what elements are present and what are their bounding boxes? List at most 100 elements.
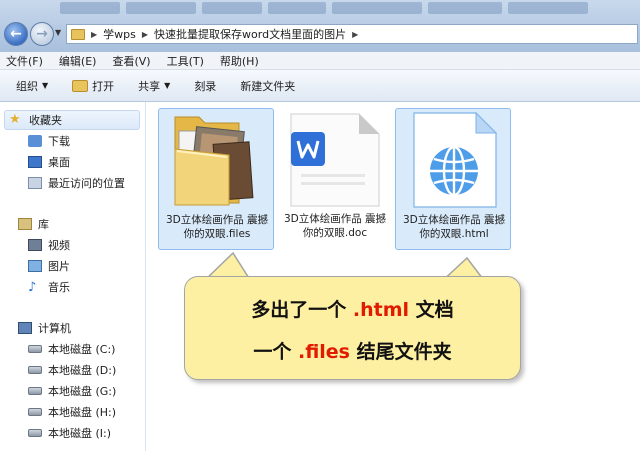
- hard-disk-icon: [28, 429, 42, 437]
- menu-file[interactable]: 文件(F): [6, 53, 43, 69]
- file-name-line: 3D立体绘画作品 震撼: [283, 213, 387, 225]
- sidebar-label: 最近访问的位置: [48, 177, 125, 190]
- sidebar-label: 本地磁盘 (G:): [48, 385, 117, 398]
- organize-button[interactable]: 组织 ▼: [16, 78, 48, 94]
- menu-bar: 文件(F) 编辑(E) 查看(V) 工具(T) 帮助(H): [0, 52, 640, 70]
- file-name-label: 3D立体绘画作品 震撼 你的双眼.html: [398, 213, 510, 241]
- forward-button[interactable]: →: [30, 22, 54, 46]
- pictures-icon: [28, 260, 42, 272]
- pointer-join-right: [441, 278, 485, 284]
- back-button[interactable]: ←: [4, 22, 28, 46]
- sidebar-item-drive-i[interactable]: 本地磁盘 (I:): [28, 423, 111, 443]
- caret-down-icon: ▼: [164, 81, 171, 90]
- sidebar-item-libraries[interactable]: 库: [18, 214, 49, 234]
- open-label: 打开: [92, 79, 115, 93]
- callout-text: 文档: [409, 299, 454, 321]
- chevron-right-icon[interactable]: ▶: [91, 30, 97, 39]
- menu-help[interactable]: 帮助(H): [220, 53, 259, 69]
- sidebar-label: 本地磁盘 (C:): [48, 343, 116, 356]
- open-button[interactable]: 打开: [72, 78, 114, 94]
- file-name-line: 你的双眼.files: [183, 228, 251, 240]
- address-bar[interactable]: ▶ 学wps ▶ 快速批量提取保存word文档里面的图片 ▶: [66, 24, 638, 44]
- downloads-icon: [28, 135, 42, 147]
- arrow-left-icon: ←: [10, 26, 22, 42]
- burn-button[interactable]: 刻录: [194, 78, 216, 94]
- sidebar-item-drive-h[interactable]: 本地磁盘 (H:): [28, 402, 116, 422]
- callout-text: 多出了一个: [251, 299, 353, 321]
- sidebar-item-computer[interactable]: 计算机: [18, 318, 71, 338]
- sidebar-item-videos[interactable]: 视频: [28, 235, 70, 255]
- annotation-callout: 多出了一个 .html 文档 一个 .files 结尾文件夹: [184, 276, 521, 380]
- file-item-doc[interactable]: 3D立体绘画作品 震撼 你的双眼.doc: [277, 108, 393, 250]
- chevron-right-icon[interactable]: ▶: [142, 30, 148, 39]
- folder-with-photos-icon: [174, 116, 254, 206]
- command-toolbar: 组织 ▼ 打开 共享 ▼ 刻录 新建文件夹: [0, 70, 640, 102]
- recent-pages-dropdown-icon[interactable]: ▼: [55, 28, 61, 37]
- sidebar-item-drive-g[interactable]: 本地磁盘 (G:): [28, 381, 116, 401]
- open-folder-icon: [72, 79, 89, 92]
- html-globe-document-icon: [413, 111, 498, 208]
- wps-word-document-icon: [290, 113, 380, 207]
- callout-text: 结尾文件夹: [350, 341, 452, 363]
- recent-places-icon: [28, 177, 42, 189]
- star-icon: ★: [9, 112, 21, 127]
- sidebar-label: 库: [38, 218, 49, 231]
- sidebar-label: 桌面: [48, 156, 70, 169]
- sidebar-item-pictures[interactable]: 图片: [28, 256, 70, 276]
- sidebar-item-downloads[interactable]: 下载: [28, 131, 70, 151]
- sidebar-label: 本地磁盘 (D:): [48, 364, 117, 377]
- callout-line-1: 多出了一个 .html 文档: [185, 295, 520, 322]
- folder-icon: [71, 28, 85, 40]
- sidebar-item-favorites[interactable]: ★ 收藏夹: [4, 110, 140, 130]
- chevron-right-icon[interactable]: ▶: [352, 30, 358, 39]
- desktop-icon: [28, 156, 42, 168]
- menu-view[interactable]: 查看(V): [112, 53, 150, 69]
- organize-label: 组织: [16, 79, 38, 93]
- window-titlebar: ← → ▼ ▶ 学wps ▶ 快速批量提取保存word文档里面的图片 ▶: [0, 0, 640, 52]
- music-note-icon: ♪: [28, 280, 37, 295]
- share-label: 共享: [138, 79, 161, 93]
- menu-edit[interactable]: 编辑(E): [59, 53, 97, 69]
- breadcrumb-item[interactable]: 学wps: [103, 26, 136, 42]
- file-name-line: 3D立体绘画作品 震撼: [402, 214, 506, 226]
- share-button[interactable]: 共享 ▼: [138, 78, 170, 94]
- pointer-join-left: [203, 278, 251, 284]
- sidebar-label: 音乐: [48, 281, 70, 294]
- hard-disk-icon: [28, 387, 42, 395]
- sidebar-item-recent[interactable]: 最近访问的位置: [28, 173, 125, 193]
- sidebar-item-music[interactable]: ♪ 音乐: [28, 277, 70, 297]
- file-item-files-folder[interactable]: 3D立体绘画作品 震撼 你的双眼.files: [158, 108, 274, 250]
- sidebar-label: 计算机: [38, 322, 71, 335]
- file-name-line: 3D立体绘画作品 震撼: [165, 214, 269, 226]
- sidebar-label: 下载: [48, 135, 70, 148]
- video-icon: [28, 239, 42, 251]
- sidebar-label: 本地磁盘 (I:): [48, 427, 112, 440]
- new-folder-button[interactable]: 新建文件夹: [240, 78, 295, 94]
- file-name-line: 你的双眼.doc: [302, 227, 368, 239]
- sidebar-label: 本地磁盘 (H:): [48, 406, 117, 419]
- file-name-label: 3D立体绘画作品 震撼 你的双眼.doc: [279, 212, 391, 240]
- sidebar-item-drive-c[interactable]: 本地磁盘 (C:): [28, 339, 115, 359]
- hard-disk-icon: [28, 345, 42, 353]
- hard-disk-icon: [28, 366, 42, 374]
- arrow-right-icon: →: [36, 26, 48, 42]
- callout-line-2: 一个 .files 结尾文件夹: [185, 337, 520, 364]
- breadcrumb-item[interactable]: 快速批量提取保存word文档里面的图片: [154, 26, 346, 42]
- file-item-html[interactable]: 3D立体绘画作品 震撼 你的双眼.html: [395, 108, 511, 250]
- computer-icon: [18, 322, 32, 334]
- sidebar-label: 收藏夹: [29, 114, 62, 127]
- blurred-background-tabs: [60, 2, 635, 16]
- callout-text: 一个: [253, 341, 298, 363]
- menu-tools[interactable]: 工具(T): [167, 53, 204, 69]
- callout-highlight: .html: [352, 299, 410, 321]
- callout-highlight: .files: [297, 341, 350, 363]
- sidebar-item-desktop[interactable]: 桌面: [28, 152, 70, 172]
- sidebar-item-drive-d[interactable]: 本地磁盘 (D:): [28, 360, 116, 380]
- libraries-icon: [18, 218, 32, 230]
- sidebar-label: 图片: [48, 260, 70, 273]
- navigation-pane: ★ 收藏夹 下载 桌面 最近访问的位置 库 视频 图片 ♪ 音乐 计算机 本地磁…: [0, 102, 146, 451]
- burn-label: 刻录: [194, 79, 217, 93]
- caret-down-icon: ▼: [42, 81, 49, 90]
- file-name-line: 你的双眼.html: [419, 228, 489, 240]
- hard-disk-icon: [28, 408, 42, 416]
